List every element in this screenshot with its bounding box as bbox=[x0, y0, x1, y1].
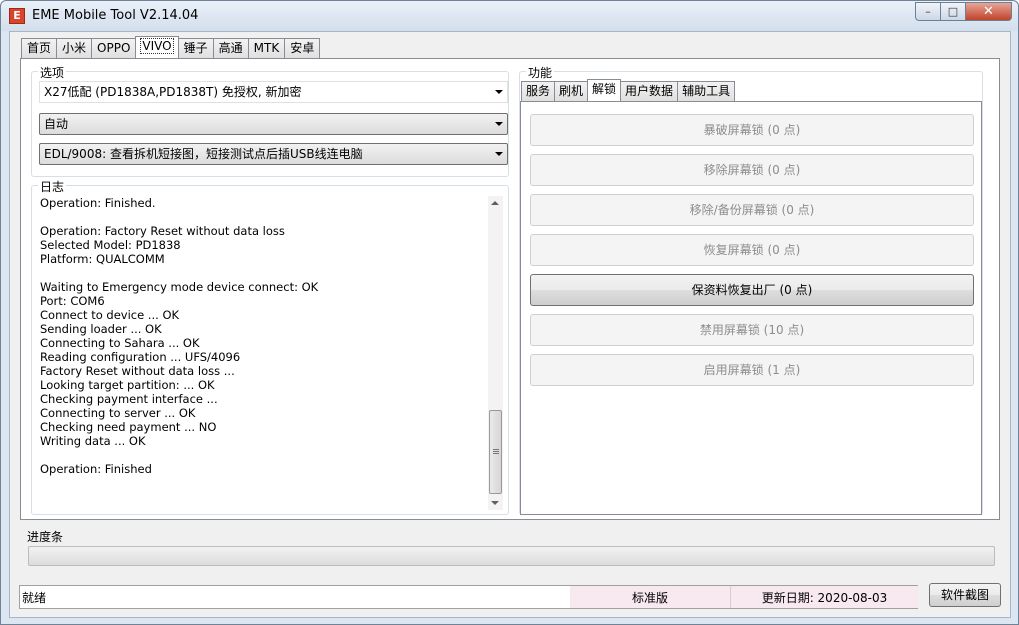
app-window: E EME Mobile Tool V2.14.04 – □ ✕ 首页 小米 OPP… bbox=[0, 0, 1019, 625]
tab-main-7[interactable]: 安卓 bbox=[284, 38, 321, 58]
function-button-1[interactable]: 移除屏幕锁 (0 点) bbox=[530, 154, 974, 186]
log-group-label: 日志 bbox=[38, 178, 67, 195]
grip-line bbox=[493, 449, 499, 450]
progress-label: 进度条 bbox=[27, 530, 64, 544]
method-select[interactable]: EDL/9008: 查看拆机短接图，短接测试点后插USB线连电脑 bbox=[39, 143, 508, 165]
log-line: Connect to device ... OK bbox=[40, 308, 180, 322]
log-line: Factory Reset without data loss ... bbox=[40, 364, 235, 378]
options-group-label: 选项 bbox=[38, 64, 67, 81]
log-line: Looking target partition: ... OK bbox=[40, 378, 215, 392]
log-scroll-thumb[interactable] bbox=[489, 410, 502, 494]
function-button-2[interactable]: 移除/备份屏幕锁 (0 点) bbox=[530, 194, 974, 226]
log-line: Waiting to Emergency mode device connect… bbox=[40, 280, 319, 294]
tab-label: 安卓 bbox=[290, 41, 315, 55]
window-controls: – □ ✕ bbox=[915, 2, 1012, 22]
grip-line bbox=[493, 451, 499, 452]
log-line: Operation: Finished. bbox=[40, 196, 156, 210]
model-select-value: X27低配 (PD1838A,PD1838T) 免授权, 新加密 bbox=[44, 85, 302, 99]
tab-label: 小米 bbox=[62, 41, 87, 55]
function-button-6[interactable]: 启用屏幕锁 (1 点) bbox=[530, 354, 974, 386]
tab-main-0[interactable]: 首页 bbox=[21, 38, 58, 58]
tab-main-5[interactable]: 高通 bbox=[212, 38, 249, 58]
minimize-button[interactable]: – bbox=[915, 2, 941, 21]
tab-main-2[interactable]: OPPO bbox=[91, 38, 137, 58]
log-line: Sending loader ... OK bbox=[40, 322, 162, 336]
tab-label: 锤子 bbox=[183, 41, 208, 55]
functions-group-label: 功能 bbox=[526, 64, 555, 81]
log-line: Checking payment interface ... bbox=[40, 392, 218, 406]
tab-label: 首页 bbox=[27, 41, 52, 55]
tab-label: 高通 bbox=[218, 41, 243, 55]
software-screenshot-button[interactable]: 软件截图 bbox=[929, 583, 1001, 607]
scroll-down-icon[interactable] bbox=[491, 501, 499, 505]
log-group: 日志 Operation: Finished. Operation: Factor… bbox=[31, 178, 510, 515]
log-line: Connecting to server ... OK bbox=[40, 406, 196, 420]
tab-main-4[interactable]: 锤子 bbox=[177, 38, 214, 58]
log-line: Writing data ... OK bbox=[40, 434, 146, 448]
function-button-0[interactable]: 暴破屏幕锁 (0 点) bbox=[530, 114, 974, 146]
main-tab-strip: 首页 小米 OPPO VIVO 锤子 高通 MTK 安卓 bbox=[21, 36, 321, 58]
close-button[interactable]: ✕ bbox=[966, 2, 1012, 21]
tab-main-1[interactable]: 小米 bbox=[56, 38, 93, 58]
log-line: Operation: Finished bbox=[40, 462, 152, 476]
unlock-tab-panel: 暴破屏幕锁 (0 点) 移除屏幕锁 (0 点) 移除/备份屏幕锁 (0 点) 恢复屏幕… bbox=[520, 101, 982, 515]
chevron-down-icon bbox=[495, 152, 503, 156]
status-bar: 就绪 标准版 更新日期: 2020-08-03 bbox=[19, 585, 918, 609]
log-line: Reading configuration ... UFS/4096 bbox=[40, 350, 241, 364]
close-icon: ✕ bbox=[983, 4, 994, 19]
maximize-icon: □ bbox=[947, 5, 959, 18]
model-select[interactable]: X27低配 (PD1838A,PD1838T) 免授权, 新加密 bbox=[39, 81, 508, 103]
chevron-down-icon bbox=[495, 90, 503, 94]
tab-function-4[interactable]: 辅助工具 bbox=[677, 81, 736, 101]
log-line: Selected Model: PD1838 bbox=[40, 238, 181, 252]
tab-function-3[interactable]: 用户数据 bbox=[620, 81, 679, 101]
function-button-3[interactable]: 恢复屏幕锁 (0 点) bbox=[530, 234, 974, 266]
options-group: 选项 X27低配 (PD1838A,PD1838T) 免授权, 新加密 自动 E… bbox=[31, 64, 509, 177]
title-bar[interactable]: E EME Mobile Tool V2.14.04 – □ ✕ bbox=[1, 1, 1018, 31]
functions-group: 功能 服务 刷机 解锁 用户数据 辅助工具 暴破屏幕锁 (0 点) 移除屏幕锁 (0 点)… bbox=[519, 64, 983, 515]
vivo-tab-panel: 选项 X27低配 (PD1838A,PD1838T) 免授权, 新加密 自动 E… bbox=[20, 58, 1000, 520]
tab-main-3[interactable]: VIVO bbox=[135, 36, 179, 58]
tab-function-2[interactable]: 解锁 bbox=[587, 79, 622, 101]
log-line: Operation: Factory Reset without data lo… bbox=[40, 224, 285, 238]
tab-function-0[interactable]: 服务 bbox=[521, 81, 556, 101]
mode-select-value: 自动 bbox=[44, 117, 69, 131]
log-line: Port: COM6 bbox=[40, 294, 105, 308]
mode-select[interactable]: 自动 bbox=[39, 113, 508, 135]
log-line: Checking need payment ... NO bbox=[40, 420, 217, 434]
function-button-5[interactable]: 禁用屏幕锁 (10 点) bbox=[530, 314, 974, 346]
tab-label: VIVO bbox=[140, 38, 174, 54]
status-text: 就绪 bbox=[22, 591, 47, 605]
client-area: 首页 小米 OPPO VIVO 锤子 高通 MTK 安卓 选项 X27低配 (PD1838A,… bbox=[9, 31, 1011, 618]
scroll-up-icon[interactable] bbox=[491, 201, 499, 205]
maximize-button[interactable]: □ bbox=[941, 2, 966, 21]
app-logo-icon[interactable]: E bbox=[9, 8, 25, 24]
window-title: EME Mobile Tool V2.14.04 bbox=[32, 8, 199, 23]
function-button-4[interactable]: 保资料恢复出厂 (0 点) bbox=[530, 274, 974, 306]
log-scrollbar[interactable] bbox=[488, 196, 503, 510]
log-line: Connecting to Sahara ... OK bbox=[40, 336, 200, 350]
edition-label: 标准版 bbox=[570, 586, 730, 608]
tab-function-1[interactable]: 刷机 bbox=[554, 81, 589, 101]
method-select-value: EDL/9008: 查看拆机短接图，短接测试点后插USB线连电脑 bbox=[44, 147, 363, 161]
tab-label: MTK bbox=[253, 41, 280, 55]
chevron-down-icon bbox=[495, 122, 503, 126]
update-date-label: 更新日期: 2020-08-03 bbox=[730, 586, 918, 608]
tab-label: OPPO bbox=[97, 41, 131, 55]
log-textarea[interactable]: Operation: Finished. Operation: Factory R… bbox=[40, 196, 510, 510]
function-tab-strip: 服务 刷机 解锁 用户数据 辅助工具 bbox=[521, 79, 736, 101]
log-line: Platform: QUALCOMM bbox=[40, 252, 165, 266]
grip-line bbox=[493, 453, 499, 454]
tab-main-6[interactable]: MTK bbox=[247, 38, 286, 58]
minimize-icon: – bbox=[925, 5, 931, 18]
progress-bar bbox=[28, 546, 995, 566]
